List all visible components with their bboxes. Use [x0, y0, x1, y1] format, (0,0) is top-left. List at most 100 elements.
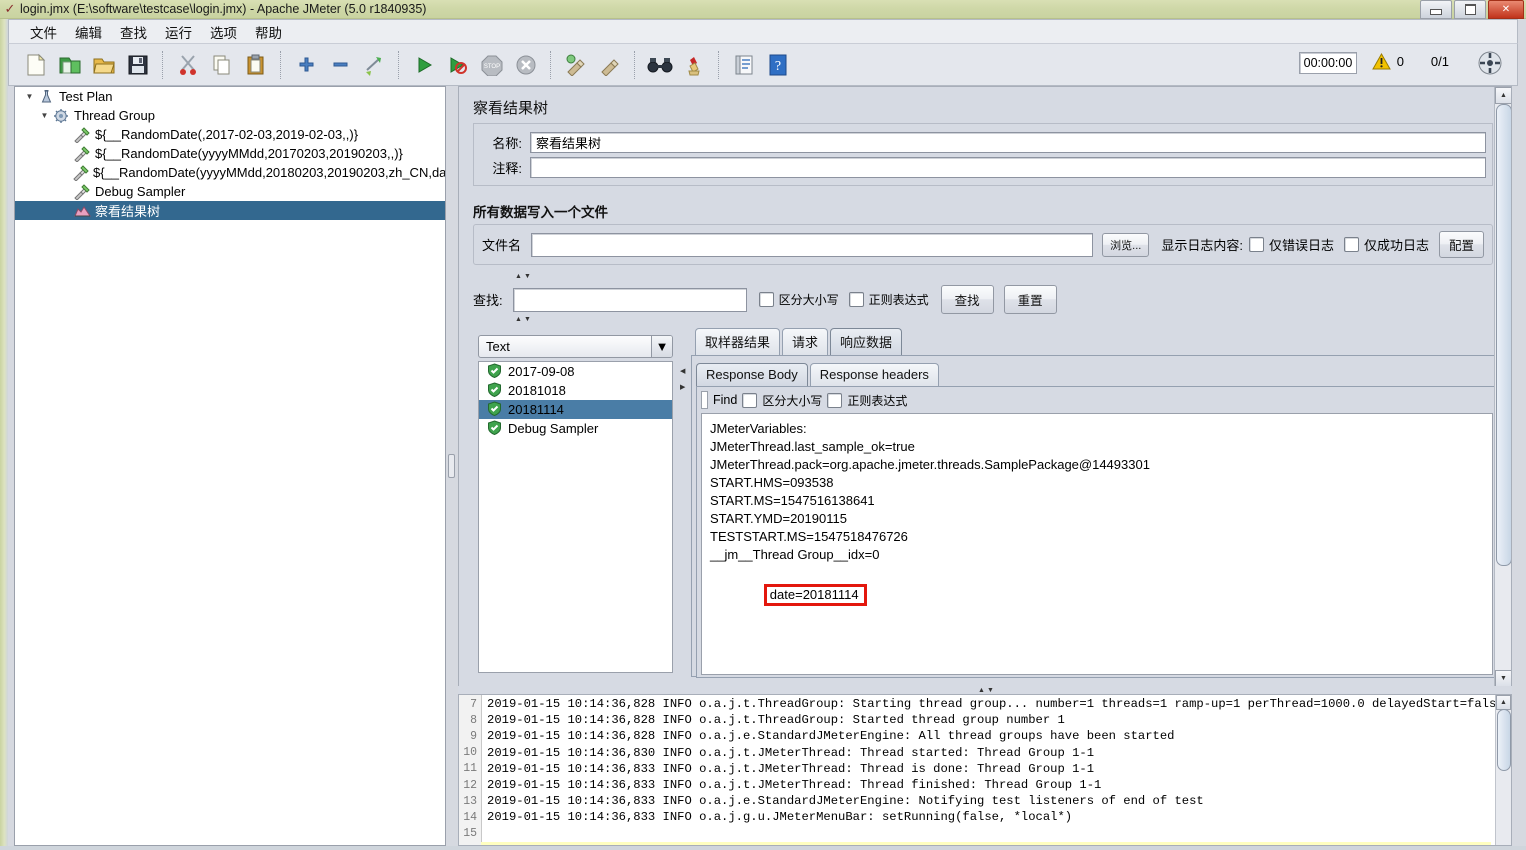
search-icon[interactable]	[644, 49, 676, 81]
paste-icon[interactable]	[240, 49, 272, 81]
name-input[interactable]: 察看结果树	[530, 131, 1486, 153]
renderer-select[interactable]: Text ▼	[478, 335, 673, 358]
splitter-arrows[interactable]: ▲ ▼	[978, 687, 994, 694]
tree-item-view-results-tree[interactable]: 察看结果树	[15, 201, 445, 220]
test-plan-icon	[36, 88, 56, 105]
list-item[interactable]: 20181018	[479, 381, 672, 400]
expand-collapse-icon[interactable]: ▼	[23, 90, 36, 103]
search-input[interactable]	[512, 287, 747, 312]
tree-main-splitter[interactable]	[447, 86, 455, 846]
expand-collapse-icon[interactable]: ▼	[38, 109, 51, 122]
list-item-selected[interactable]: 20181114	[479, 400, 672, 419]
list-item[interactable]: Debug Sampler	[479, 419, 672, 438]
menu-file[interactable]: 文件	[21, 20, 66, 44]
main-panel-scrollbar[interactable]: ▲ ▼	[1494, 87, 1511, 687]
scroll-down-button[interactable]: ▼	[1495, 670, 1511, 687]
collapse-right-arrow-icon[interactable]: ▶	[680, 383, 685, 391]
response-line-highlighted: date=20181114	[710, 566, 1484, 624]
log-display-label: 显示日志内容:	[1161, 238, 1243, 253]
success-only-checkbox[interactable]	[1343, 237, 1359, 252]
menu-run[interactable]: 运行	[156, 20, 201, 44]
shutdown-icon[interactable]	[510, 49, 542, 81]
minimize-button[interactable]	[1420, 0, 1452, 19]
templates-icon[interactable]	[54, 49, 86, 81]
highlight-annotation: date=20181114	[763, 584, 867, 606]
splitter-arrows[interactable]: ▲ ▼	[515, 316, 531, 323]
cut-icon[interactable]	[172, 49, 204, 81]
save-icon[interactable]	[122, 49, 154, 81]
start-icon[interactable]	[408, 49, 440, 81]
log-scrollbar[interactable]: ▲	[1495, 695, 1511, 845]
new-icon[interactable]	[20, 49, 52, 81]
tree-item-test-plan[interactable]: ▼ Test Plan	[15, 87, 445, 106]
menu-edit[interactable]: 编辑	[66, 20, 111, 44]
sub-tab-row: Response Body Response headers	[692, 356, 1502, 386]
search-button[interactable]: 查找	[940, 285, 994, 314]
clear-icon[interactable]	[560, 49, 592, 81]
errors-only-checkbox[interactable]	[1248, 237, 1264, 252]
maximize-button[interactable]	[1454, 0, 1486, 19]
comment-input[interactable]	[530, 156, 1486, 178]
search-reset-button[interactable]: 重置	[1003, 285, 1057, 314]
splitter-arrows[interactable]: ▲ ▼	[515, 273, 531, 280]
toolbar-separator	[718, 50, 720, 79]
tree-item-debug-sampler[interactable]: Debug Sampler	[15, 182, 445, 201]
test-plan-tree[interactable]: ▼ Test Plan ▼ Thread Group ${__RandomDat…	[14, 86, 446, 846]
menu-help[interactable]: 帮助	[246, 20, 291, 44]
log-line: 9 2019-01-15 10:14:36,828 INFO o.a.j.e.S…	[459, 728, 1511, 744]
gc-button[interactable]	[1477, 50, 1503, 76]
function-helper-icon[interactable]	[728, 49, 760, 81]
toolbar-separator	[162, 50, 164, 79]
scrollbar-thumb[interactable]	[1496, 104, 1511, 566]
file-search-splitter[interactable]: ▲ ▼	[473, 272, 1493, 281]
list-tabs-splitter[interactable]: ◀ ▶	[677, 361, 691, 673]
toolbar-file-group	[19, 49, 155, 81]
sampler-icon	[72, 164, 90, 181]
tab-response-data[interactable]: 响应数据	[830, 328, 903, 355]
scroll-up-button[interactable]: ▲	[1495, 87, 1511, 104]
expand-icon[interactable]	[290, 49, 322, 81]
name-row: 名称: 察看结果树	[480, 131, 1486, 153]
toggle-icon[interactable]	[358, 49, 390, 81]
collapse-left-arrow-icon[interactable]: ◀	[680, 367, 685, 375]
find-case-sensitive-checkbox[interactable]	[742, 392, 758, 408]
menu-search[interactable]: 查找	[111, 20, 156, 44]
open-icon[interactable]	[88, 49, 120, 81]
tab-sampler-result[interactable]: 取样器结果	[695, 328, 781, 355]
tree-item-random-date-3[interactable]: ${__RandomDate(yyyyMMdd,20180203,2019020…	[15, 163, 445, 182]
log-scroll-up-button[interactable]: ▲	[1496, 695, 1511, 710]
copy-icon[interactable]	[206, 49, 238, 81]
close-button[interactable]: ✕	[1488, 0, 1524, 19]
log-line-text: 2019-01-15 10:14:36,828 INFO o.a.j.e.Sta…	[487, 729, 1175, 744]
splitter-handle[interactable]	[448, 454, 455, 478]
stop-icon[interactable]: STOP	[476, 49, 508, 81]
list-item[interactable]: 2017-09-08	[479, 362, 672, 381]
log-viewer-panel[interactable]: 7 2019-01-15 10:14:36,828 INFO o.a.j.t.T…	[458, 694, 1512, 846]
tree-item-random-date-2[interactable]: ${__RandomDate(yyyyMMdd,20170203,2019020…	[15, 144, 445, 163]
find-regex-checkbox[interactable]	[827, 392, 843, 408]
configure-button[interactable]: 配置	[1438, 231, 1484, 258]
start-no-pause-icon[interactable]	[442, 49, 474, 81]
sample-result-list[interactable]: 2017-09-08 20181018 20181114 Debug Sampl…	[478, 361, 673, 673]
warning-indicator[interactable]: 0	[1371, 53, 1404, 70]
search-case-sensitive-checkbox[interactable]	[758, 292, 774, 307]
log-scrollbar-thumb[interactable]	[1497, 709, 1511, 771]
response-body-text[interactable]: JMeterVariables: JMeterThread.last_sampl…	[701, 413, 1493, 675]
filename-input[interactable]	[531, 232, 1094, 257]
subtab-response-body[interactable]: Response Body	[696, 363, 808, 386]
help-icon[interactable]: ?	[762, 49, 794, 81]
tab-request[interactable]: 请求	[782, 328, 829, 355]
clear-all-icon[interactable]	[594, 49, 626, 81]
tree-item-thread-group[interactable]: ▼ Thread Group	[15, 106, 445, 125]
collapse-icon[interactable]	[324, 49, 356, 81]
browse-button[interactable]: 浏览...	[1102, 232, 1150, 257]
search-regex-checkbox[interactable]	[848, 292, 864, 307]
tree-item-random-date-1[interactable]: ${__RandomDate(,2017-02-03,2019-02-03,,)…	[15, 125, 445, 144]
thread-group-icon	[51, 107, 71, 124]
title-bar: ✓ login.jmx (E:\software\testcase\login.…	[0, 0, 1526, 19]
reset-search-icon[interactable]	[678, 49, 710, 81]
menu-options[interactable]: 选项	[201, 20, 246, 44]
chevron-down-icon[interactable]: ▼	[651, 336, 672, 357]
search-results-splitter[interactable]: ▲ ▼	[473, 315, 1493, 324]
subtab-response-headers[interactable]: Response headers	[809, 363, 939, 386]
